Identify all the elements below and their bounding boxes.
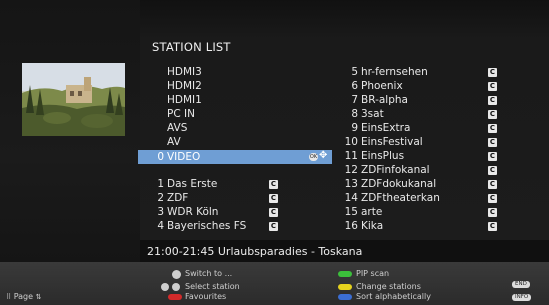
page-updown-icon: ⇅ [35, 293, 42, 301]
yellow-button-icon [338, 284, 352, 290]
switch-to-hint[interactable]: Switch to ... [172, 269, 232, 279]
green-button-icon [338, 271, 352, 277]
nav-right-icon [172, 283, 180, 291]
list-item[interactable]: HDMI1 [167, 94, 202, 107]
change-stations-hint[interactable]: Change stations [338, 282, 421, 292]
list-item[interactable]: 8 3sat C [344, 108, 497, 121]
pip-scan-hint[interactable]: PIP scan [338, 269, 389, 279]
list-item-selected[interactable]: 0 VIDEO [150, 151, 200, 164]
list-item[interactable]: 10 EinsFestival C [344, 136, 497, 149]
channel-c-icon: C [488, 96, 497, 105]
channel-c-icon: C [488, 68, 497, 77]
list-item[interactable]: 6 Phoenix C [344, 80, 497, 93]
select-station-hint[interactable]: Select station [161, 282, 240, 292]
ok-button-icon [172, 270, 181, 279]
channel-c-icon: C [488, 138, 497, 147]
info-button[interactable]: INFO [512, 282, 532, 301]
list-item[interactable]: 4 Bayerisches FS C [150, 220, 278, 233]
list-item[interactable]: 12 ZDFinfokanal C [344, 164, 497, 177]
list-item[interactable]: 2 ZDF C [150, 192, 278, 205]
preview-image [22, 63, 125, 136]
channel-c-icon: C [269, 208, 278, 217]
list-item[interactable]: 5 hr-fernsehen C [344, 66, 497, 79]
nav-left-icon [161, 283, 169, 291]
list-item[interactable]: 13 ZDFdokukanal C [344, 178, 497, 191]
preview-landscape-picture [22, 63, 125, 136]
help-bar [0, 262, 549, 305]
move-arrows-icon: ✥ [319, 150, 328, 161]
list-item[interactable]: 7 BR-alpha C [344, 94, 497, 107]
page-left-icon: ⠿ [6, 293, 12, 301]
list-item[interactable]: 3 WDR Köln C [150, 206, 278, 219]
list-item[interactable]: 14 ZDFtheaterkan C [344, 192, 497, 205]
left-panel [0, 0, 140, 262]
channel-c-icon: C [488, 180, 497, 189]
ok-icon: OK [309, 153, 318, 161]
list-item[interactable]: 11 EinsPlus C [344, 150, 497, 163]
current-program: 21:00-21:45 Urlaubsparadies - Toskana [147, 245, 363, 258]
list-item[interactable]: 15 arte C [344, 206, 497, 219]
channel-c-icon: C [488, 82, 497, 91]
page-hint[interactable]: ⠿ Page ⇅ [6, 292, 41, 302]
list-item[interactable]: 16 Kika C [344, 220, 497, 233]
channel-c-icon: C [488, 152, 497, 161]
list-item[interactable]: AV [167, 136, 181, 149]
sort-hint[interactable]: Sort alphabetically [338, 292, 431, 302]
channel-c-icon: C [488, 222, 497, 231]
list-item[interactable]: 1 Das Erste C [150, 178, 278, 191]
list-item[interactable]: AVS [167, 122, 187, 135]
channel-c-icon: C [269, 194, 278, 203]
channel-c-icon: C [488, 166, 497, 175]
page-title: STATION LIST [152, 40, 231, 54]
channel-c-icon: C [488, 124, 497, 133]
blue-button-icon [338, 294, 352, 300]
list-item[interactable]: HDMI3 [167, 66, 202, 79]
channel-c-icon: C [488, 208, 497, 217]
tv-screen: STATION LIST HDMI3 HDMI2 HDMI1 PC IN AVS… [0, 0, 549, 305]
list-item[interactable]: 9 EinsExtra C [344, 122, 497, 135]
channel-c-icon: C [488, 194, 497, 203]
red-button-icon [168, 294, 182, 300]
channel-c-icon: C [269, 180, 278, 189]
list-item[interactable]: PC IN [167, 108, 195, 121]
channel-c-icon: C [488, 110, 497, 119]
channel-c-icon: C [269, 222, 278, 231]
list-item[interactable]: HDMI2 [167, 80, 202, 93]
favourites-hint[interactable]: Favourites [168, 292, 226, 302]
